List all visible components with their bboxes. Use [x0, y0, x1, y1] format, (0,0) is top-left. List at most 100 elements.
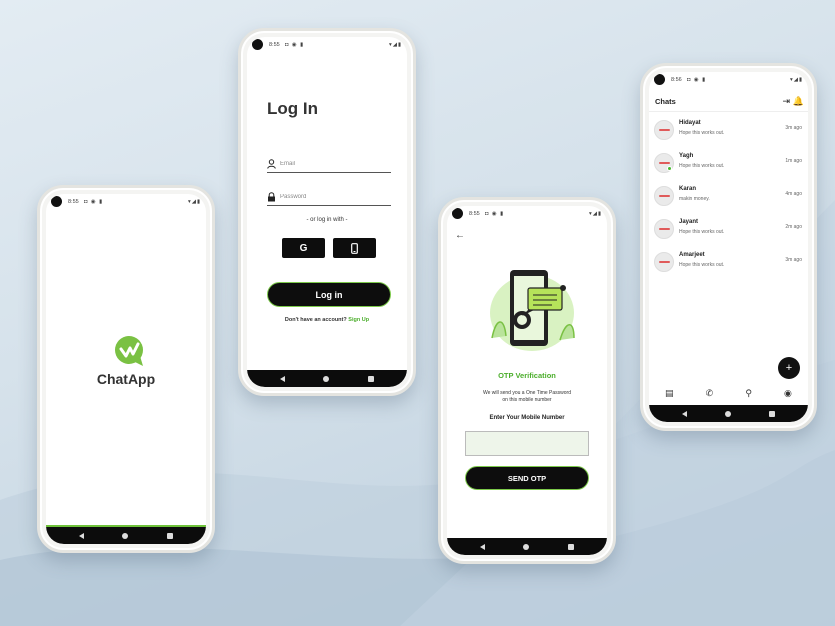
otp-description-line-2: on this mobile number — [502, 397, 552, 403]
system-nav-bar — [247, 370, 407, 387]
search-icon[interactable]: ⚲ — [745, 388, 752, 399]
status-bar: 8:55 ◘ ◉ ▮ ▾◢▮ — [447, 206, 607, 222]
otp-title: OTP Verification — [498, 371, 556, 380]
system-nav-bar — [649, 405, 808, 422]
nav-recents-icon[interactable] — [567, 543, 574, 550]
system-nav-bar — [46, 527, 206, 544]
email-input[interactable] — [280, 160, 380, 167]
phone-call-icon[interactable]: ✆ — [706, 388, 714, 399]
nav-back-icon[interactable] — [682, 410, 687, 417]
chat-time: 2m ago — [785, 224, 802, 230]
chat-name: Karan — [679, 186, 697, 192]
google-icon: G — [299, 242, 308, 254]
nav-recents-icon[interactable] — [166, 532, 173, 539]
otp-description-line-1: We will send you a One Time Password — [482, 390, 571, 396]
chat-time: 4m ago — [785, 191, 802, 197]
login-screen: 8:55 ◘ ◉ ▮ ▾◢▮ Log In - or log in with -… — [247, 37, 407, 387]
password-input[interactable] — [280, 193, 380, 200]
avatar — [654, 252, 674, 272]
signup-link[interactable]: Sign Up — [348, 317, 369, 323]
chat-list-item[interactable]: Jayant Hope this works out. 2m ago — [649, 214, 808, 247]
chat-name: Yagh — [679, 153, 694, 159]
status-time: 8:55 — [269, 42, 280, 48]
status-bar: 8:55 ◘ ◉ ▮ ▾◢▮ — [247, 37, 407, 53]
chat-list-item[interactable]: Amarjeet Hope this works out. 3m ago — [649, 247, 808, 280]
phone-splash: 8:55 ◘ ◉ ▮ ▾◢▮ ChatApp — [37, 185, 215, 553]
mobile-number-label: Enter Your Mobile Number — [489, 415, 565, 421]
phone-login-button[interactable] — [333, 238, 376, 258]
otp-screen: 8:55 ◘ ◉ ▮ ▾◢▮ ← OTP Verification We wil… — [447, 206, 607, 555]
back-arrow-icon[interactable]: ← — [455, 230, 465, 241]
email-field[interactable] — [267, 155, 391, 173]
bell-icon[interactable]: 🔔 — [793, 96, 804, 107]
app-name: ChatApp — [96, 371, 156, 387]
avatar — [654, 219, 674, 239]
phone-login: 8:55 ◘ ◉ ▮ ▾◢▮ Log In - or log in with -… — [238, 28, 416, 396]
avatar-mark — [659, 261, 670, 263]
chat-last-message: Hope this works out. — [679, 262, 725, 268]
or-divider-text: - or log in with - — [306, 217, 348, 223]
nav-back-icon[interactable] — [79, 532, 85, 539]
otp-illustration — [490, 270, 575, 351]
signup-prompt: Don't have an account? Sign Up — [247, 317, 407, 323]
logout-icon[interactable]: ⇥ — [782, 96, 790, 107]
online-status-dot — [667, 166, 672, 171]
send-otp-button[interactable]: SEND OTP — [465, 466, 589, 490]
profile-icon[interactable]: ◉ — [784, 388, 792, 399]
chatapp-logo-icon — [115, 336, 143, 366]
chat-name: Jayant — [679, 219, 699, 225]
chat-last-message: Hope this works out. — [679, 229, 725, 235]
nav-home-icon[interactable] — [725, 410, 731, 417]
nav-home-icon[interactable] — [523, 543, 530, 550]
splash-screen: 8:55 ◘ ◉ ▮ ▾◢▮ ChatApp — [46, 194, 206, 544]
chats-screen: 8:56 ◘ ◉ ▮ ▾◢▮ Chats ⇥ 🔔 Hidayat Hope th… — [649, 72, 808, 422]
avatar-mark — [659, 129, 670, 131]
chat-list-item[interactable]: Karan makin money. 4m ago — [649, 181, 808, 214]
chats-header: Chats ⇥ 🔔 — [649, 90, 808, 112]
mobile-phone-icon — [351, 242, 358, 254]
avatar — [654, 186, 674, 206]
mobile-number-input[interactable] — [465, 431, 589, 456]
signup-prompt-text: Don't have an account? — [284, 317, 347, 323]
user-icon — [267, 158, 276, 169]
otp-description: We will send you a One Time Password on … — [447, 390, 607, 404]
page-title: Chats — [655, 97, 676, 106]
nav-home-icon[interactable] — [323, 375, 330, 382]
bottom-tab-bar: ▤ ✆ ⚲ ◉ — [649, 383, 808, 403]
status-bar: 8:55 ◘ ◉ ▮ ▾◢▮ — [46, 194, 206, 210]
chat-last-message: makin money. — [679, 196, 710, 202]
notification-icons: ◘ ◉ ▮ — [84, 199, 104, 205]
nav-recents-icon[interactable] — [769, 410, 775, 417]
chat-bubble-icon[interactable]: ▤ — [665, 388, 674, 399]
chat-list-item[interactable]: Hidayat Hope this works out. 3m ago — [649, 115, 808, 148]
signal-battery-icon: ▾◢▮ — [388, 42, 402, 48]
page-title: Log In — [267, 99, 318, 118]
avatar — [654, 120, 674, 140]
lock-icon — [268, 191, 275, 201]
nav-back-icon[interactable] — [280, 375, 286, 382]
status-time: 8:56 — [671, 77, 682, 83]
nav-recents-icon[interactable] — [367, 375, 374, 382]
new-chat-button[interactable]: + — [778, 357, 800, 379]
notification-icons: ◘ ◉ ▮ — [687, 77, 707, 83]
camera-cutout — [252, 39, 263, 50]
chat-list-item[interactable]: Yagh Hope this works out. 1m ago — [649, 148, 808, 181]
system-nav-bar — [447, 538, 607, 555]
google-login-button[interactable]: G — [282, 238, 325, 258]
camera-cutout — [654, 74, 665, 85]
chat-name: Amarjeet — [679, 252, 705, 258]
avatar-mark — [659, 195, 670, 197]
status-bar: 8:56 ◘ ◉ ▮ ▾◢▮ — [649, 72, 808, 88]
login-button[interactable]: Log in — [267, 282, 391, 307]
chat-time: 3m ago — [785, 257, 802, 263]
signal-battery-icon: ▾◢▮ — [187, 199, 201, 205]
nav-back-icon[interactable] — [480, 543, 486, 550]
nav-home-icon[interactable] — [122, 532, 129, 539]
chat-time: 3m ago — [785, 125, 802, 131]
signal-battery-icon: ▾◢▮ — [789, 77, 803, 83]
password-field[interactable] — [267, 188, 391, 206]
chat-name: Hidayat — [679, 120, 701, 126]
notification-icons: ◘ ◉ ▮ — [485, 211, 505, 217]
camera-cutout — [51, 196, 62, 207]
avatar-mark — [659, 162, 670, 164]
